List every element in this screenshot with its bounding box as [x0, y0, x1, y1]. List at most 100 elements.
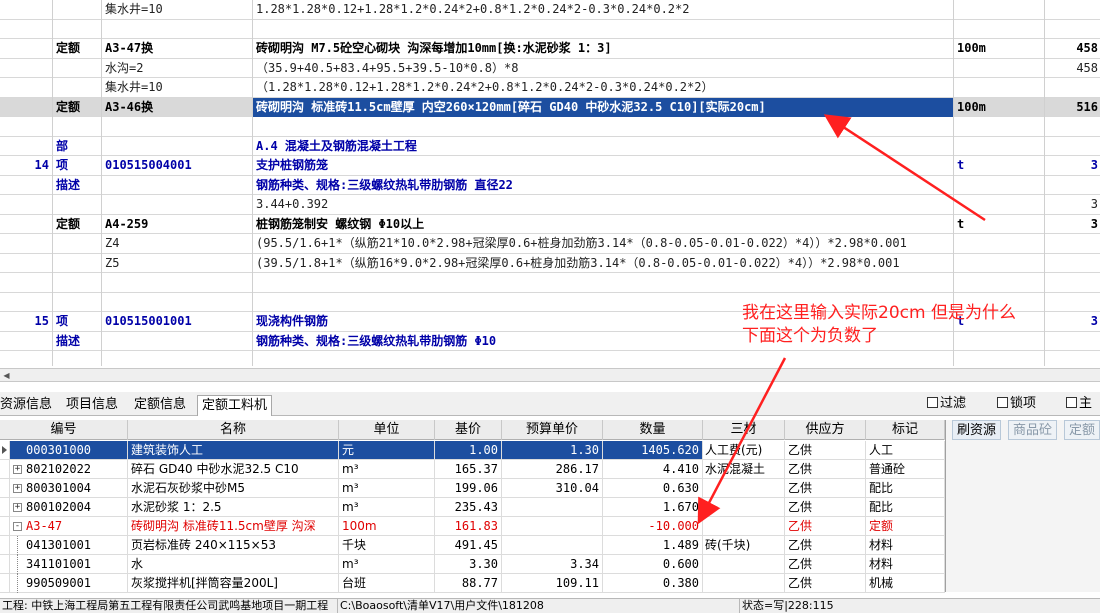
resource-mark[interactable]: 普通砼	[866, 460, 945, 478]
row-code[interactable]: A4-259	[102, 215, 252, 234]
row-number[interactable]	[0, 176, 52, 195]
resource-supplier[interactable]: 乙供	[785, 441, 866, 459]
row-indicator[interactable]	[0, 441, 10, 459]
resource-mark[interactable]: 配比	[866, 498, 945, 516]
resource-unit[interactable]: 台班	[339, 574, 435, 592]
resource-three-materials[interactable]	[703, 555, 785, 573]
row-quantity[interactable]: 3	[1045, 156, 1100, 175]
row-number[interactable]	[0, 293, 52, 312]
resource-code[interactable]: 041301001	[10, 536, 128, 554]
resource-name[interactable]: 页岩标准砖 240×115×53	[128, 536, 339, 554]
row-code[interactable]	[102, 332, 252, 351]
resource-name[interactable]: 砖砌明沟 标准砖11.5cm壁厚 沟深	[128, 517, 339, 535]
resource-name[interactable]: 水泥石灰砂浆中砂M5	[128, 479, 339, 497]
row-unit[interactable]	[954, 176, 1044, 195]
header-mark[interactable]: 标记	[866, 420, 945, 440]
resource-mark[interactable]: 定额	[866, 517, 945, 535]
resource-unit[interactable]: 100m	[339, 517, 435, 535]
grid-row[interactable]: 14 项 010515004001 支护桩钢筋笼 t 3	[0, 156, 1100, 176]
expand-icon[interactable]: +	[13, 484, 22, 493]
resource-mark[interactable]: 材料	[866, 536, 945, 554]
resource-unit[interactable]: m³	[339, 460, 435, 478]
header-name[interactable]: 名称	[128, 420, 339, 440]
row-quantity[interactable]: 3	[1045, 215, 1100, 234]
resource-base-price[interactable]: 165.37	[435, 460, 502, 478]
resource-base-price[interactable]: 235.43	[435, 498, 502, 516]
resource-base-price[interactable]: 161.83	[435, 517, 502, 535]
row-description[interactable]: A.4 混凝土及钢筋混凝土工程	[253, 137, 953, 156]
row-code[interactable]: 集水井=10	[102, 0, 252, 19]
row-code[interactable]	[102, 20, 252, 39]
row-type[interactable]: 定额	[53, 98, 101, 117]
row-code[interactable]	[102, 137, 252, 156]
row-description[interactable]: 支护桩钢筋笼	[253, 156, 953, 175]
resource-three-materials[interactable]: 砖(千块)	[703, 536, 785, 554]
row-type[interactable]: 项	[53, 312, 101, 331]
row-type[interactable]: 描述	[53, 176, 101, 195]
resource-budget-price[interactable]	[502, 498, 603, 516]
resource-three-materials[interactable]	[703, 479, 785, 497]
row-unit[interactable]	[954, 59, 1044, 78]
row-description[interactable]: 钢筋种类、规格:三级螺纹热轧带肋钢筋 直径22	[253, 176, 953, 195]
row-number[interactable]	[0, 0, 52, 19]
resource-unit[interactable]: m³	[339, 555, 435, 573]
resource-row[interactable]: 041301001 页岩标准砖 240×115×53 千块 491.45 1.489 砖(…	[0, 536, 945, 555]
resource-budget-price[interactable]	[502, 517, 603, 535]
row-unit[interactable]	[954, 234, 1044, 253]
resource-supplier[interactable]: 乙供	[785, 536, 866, 554]
resource-base-price[interactable]: 199.06	[435, 479, 502, 497]
resource-row[interactable]: 800102004 水泥砂浆 1：2.5 m³ 235.43 1.670 乙供 配比 +	[0, 498, 945, 517]
resource-mark[interactable]: 机械	[866, 574, 945, 592]
resource-budget-price[interactable]: 310.04	[502, 479, 603, 497]
resource-budget-price[interactable]	[502, 536, 603, 554]
resource-unit[interactable]: m³	[339, 498, 435, 516]
row-description[interactable]	[253, 273, 953, 292]
header-budget-price[interactable]: 预算单价	[502, 420, 603, 440]
row-code[interactable]	[102, 195, 252, 214]
row-type[interactable]	[53, 273, 101, 292]
resource-unit[interactable]: m³	[339, 479, 435, 497]
row-number[interactable]	[0, 254, 52, 273]
resource-row[interactable]: 990509001 灰浆搅拌机[拌筒容量200L] 台班 88.77 109.11 0.3…	[0, 574, 945, 593]
row-number[interactable]	[0, 195, 52, 214]
resource-supplier[interactable]: 乙供	[785, 479, 866, 497]
row-type[interactable]	[53, 0, 101, 19]
resource-unit[interactable]: 千块	[339, 536, 435, 554]
resource-quantity[interactable]: 0.380	[603, 574, 703, 592]
resource-row[interactable]: 802102022 碎石 GD40 中砂水泥32.5 C10 m³ 165.37 286…	[0, 460, 945, 479]
resource-code[interactable]: 000301000	[10, 441, 128, 459]
row-number[interactable]	[0, 137, 52, 156]
row-type[interactable]: 项	[53, 156, 101, 175]
row-code[interactable]	[102, 117, 252, 136]
grid-row[interactable]: 描述 钢筋种类、规格:三级螺纹热轧带肋钢筋 直径22	[0, 176, 1100, 195]
row-number[interactable]	[0, 20, 52, 39]
tab-project-info[interactable]: 项目信息	[62, 395, 122, 416]
grid-row[interactable]: Z5 (39.5/1.8+1*（纵筋16*9.0*2.98+冠梁厚0.6+桩身加劲…	[0, 254, 1100, 273]
grid-row[interactable]: 定额 A3-47换 砖砌明沟 M7.5砼空心砌块 沟深每增加10mm[换:水泥砂浆 …	[0, 39, 1100, 59]
resource-base-price[interactable]: 491.45	[435, 536, 502, 554]
resource-row[interactable]: 000301000 建筑装饰人工元 1.00 1.30 1405.620 人工费(元) 乙供…	[0, 441, 945, 460]
row-indicator[interactable]	[0, 536, 10, 554]
row-number[interactable]	[0, 59, 52, 78]
row-unit[interactable]: 100m	[954, 39, 1044, 58]
grid-row[interactable]	[0, 117, 1100, 137]
filter-checkbox[interactable]: 过滤	[927, 396, 966, 412]
resource-code[interactable]: 802102022	[10, 460, 128, 478]
header-three-materials[interactable]: 三材	[703, 420, 785, 440]
resource-quantity[interactable]: 4.410	[603, 460, 703, 478]
row-type[interactable]	[53, 293, 101, 312]
resource-mark[interactable]: 人工	[866, 441, 945, 459]
resource-quantity[interactable]: 1.489	[603, 536, 703, 554]
row-type[interactable]	[53, 234, 101, 253]
resource-name[interactable]: 水泥砂浆 1：2.5	[128, 498, 339, 516]
row-code[interactable]: 010515001001	[102, 312, 252, 331]
header-base-price[interactable]: 基价	[435, 420, 502, 440]
row-quantity[interactable]: 516	[1045, 98, 1100, 117]
resource-supplier[interactable]: 乙供	[785, 460, 866, 478]
expand-icon[interactable]: +	[13, 503, 22, 512]
main-checkbox[interactable]: 主	[1066, 396, 1092, 412]
scroll-left-icon[interactable]: ◀	[1, 370, 12, 381]
row-description[interactable]: 桩钢筋笼制安 螺纹钢 Φ10以上	[253, 215, 953, 234]
resource-row[interactable]: A3-47 砖砌明沟 标准砖11.5cm壁厚 沟深 100m 161.83 -10.00…	[0, 517, 945, 536]
header-supplier[interactable]: 供应方	[785, 420, 866, 440]
